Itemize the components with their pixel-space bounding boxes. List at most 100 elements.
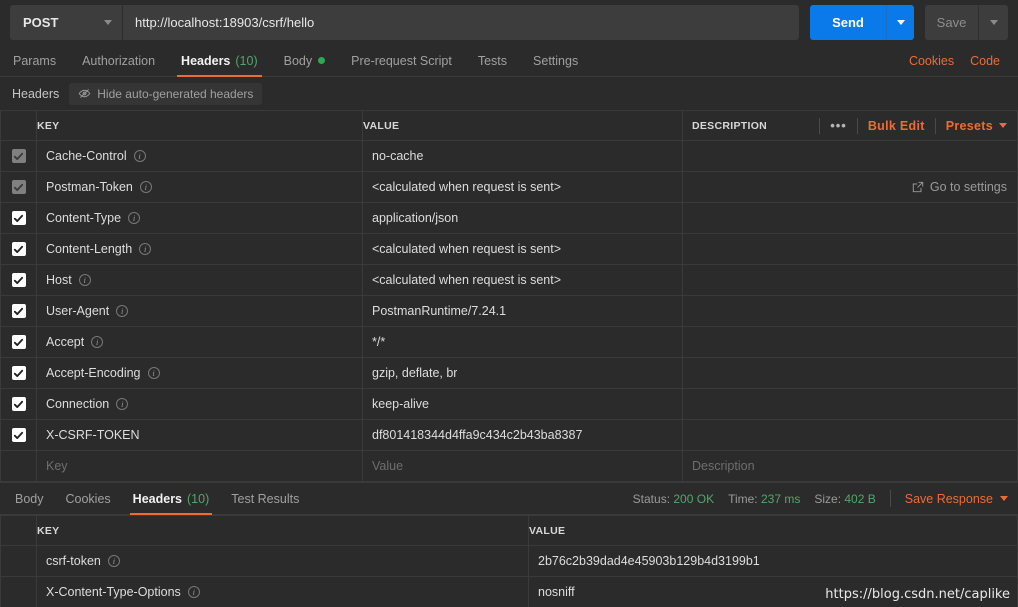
row-value-cell[interactable]: gzip, deflate, br	[363, 358, 683, 389]
info-icon[interactable]: i	[188, 586, 200, 598]
info-icon[interactable]: i	[148, 367, 160, 379]
new-row-key-cell[interactable]: Key	[37, 451, 363, 482]
row-value-cell[interactable]: */*	[363, 327, 683, 358]
send-options-button[interactable]	[886, 5, 914, 40]
row-enabled-checkbox[interactable]	[12, 149, 26, 163]
request-url-bar: POST http://localhost:18903/csrf/hello S…	[0, 0, 1018, 45]
row-enabled-checkbox[interactable]	[12, 211, 26, 225]
send-button[interactable]: Send	[810, 5, 886, 40]
row-description-cell[interactable]	[683, 234, 1018, 265]
info-icon[interactable]: i	[140, 181, 152, 193]
row-description-cell[interactable]: Go to settings	[683, 172, 1018, 203]
headers-section-title: Headers	[12, 87, 59, 101]
info-icon[interactable]: i	[134, 150, 146, 162]
info-icon[interactable]: i	[116, 398, 128, 410]
table-row: Hosti<calculated when request is sent>	[1, 265, 1018, 296]
info-icon[interactable]: i	[108, 555, 120, 567]
go-to-settings-link[interactable]: Go to settings	[683, 180, 1017, 194]
response-tab-headers[interactable]: Headers (10)	[122, 483, 221, 514]
row-key-cell[interactable]: Accepti	[37, 327, 363, 358]
info-icon[interactable]: i	[79, 274, 91, 286]
chevron-down-icon	[1000, 496, 1008, 501]
row-key-cell[interactable]: Accept-Encodingi	[37, 358, 363, 389]
row-value-cell[interactable]: <calculated when request is sent>	[363, 265, 683, 296]
save-response-button[interactable]: Save Response	[905, 492, 1008, 506]
row-enabled-checkbox[interactable]	[12, 397, 26, 411]
cookies-link[interactable]: Cookies	[901, 45, 962, 76]
row-value-cell[interactable]: <calculated when request is sent>	[363, 234, 683, 265]
save-options-button[interactable]	[978, 5, 1008, 40]
tab-bar-spacer	[591, 45, 901, 76]
tab-authorization[interactable]: Authorization	[69, 45, 168, 76]
presets-button[interactable]: Presets	[936, 119, 1017, 133]
new-row-description-cell[interactable]: Description	[683, 451, 1018, 482]
row-value-cell[interactable]: no-cache	[363, 141, 683, 172]
save-button[interactable]: Save	[925, 5, 978, 40]
tab-settings[interactable]: Settings	[520, 45, 591, 76]
tab-body[interactable]: Body	[271, 45, 339, 76]
row-checkbox-cell	[1, 172, 37, 203]
row-key-cell[interactable]: Content-Typei	[37, 203, 363, 234]
header-key: Connection	[46, 397, 109, 411]
hide-auto-generated-headers-button[interactable]: Hide auto-generated headers	[69, 83, 262, 105]
row-key-cell[interactable]: Postman-Tokeni	[37, 172, 363, 203]
tab-label: Tests	[478, 54, 507, 68]
row-key-cell[interactable]: Content-Lengthi	[37, 234, 363, 265]
code-link[interactable]: Code	[962, 45, 1008, 76]
row-value-cell[interactable]: application/json	[363, 203, 683, 234]
row-checkbox-cell	[1, 141, 37, 172]
row-key-cell[interactable]: X-CSRF-TOKEN	[37, 420, 363, 451]
column-header-key: KEY	[37, 516, 529, 546]
new-value-placeholder: Value	[372, 459, 403, 473]
row-description-cell[interactable]	[683, 141, 1018, 172]
row-enabled-checkbox[interactable]	[12, 180, 26, 194]
request-tab-bar: Params Authorization Headers (10) Body P…	[0, 45, 1018, 77]
header-value: application/json	[372, 211, 458, 225]
row-description-cell[interactable]	[683, 203, 1018, 234]
info-icon[interactable]: i	[91, 336, 103, 348]
ellipsis-icon[interactable]: •••	[820, 118, 857, 133]
row-key-cell[interactable]: Connection i	[37, 389, 363, 420]
info-icon[interactable]: i	[116, 305, 128, 317]
tab-tests[interactable]: Tests	[465, 45, 520, 76]
http-method-select[interactable]: POST	[10, 5, 123, 40]
go-to-settings-label: Go to settings	[930, 180, 1007, 194]
bulk-edit-button[interactable]: Bulk Edit	[858, 119, 935, 133]
row-value-cell[interactable]: keep-alive	[363, 389, 683, 420]
row-description-cell[interactable]	[683, 389, 1018, 420]
response-tab-test-results[interactable]: Test Results	[220, 483, 310, 514]
row-enabled-checkbox[interactable]	[12, 335, 26, 349]
row-key-cell[interactable]: Hosti	[37, 265, 363, 296]
status-badge[interactable]: Status: 200 OK	[633, 492, 714, 506]
row-enabled-checkbox[interactable]	[12, 304, 26, 318]
info-icon[interactable]: i	[139, 243, 151, 255]
row-description-cell[interactable]	[683, 296, 1018, 327]
tab-headers-count: (10)	[235, 54, 257, 68]
eye-slash-icon	[78, 87, 91, 100]
response-tab-body[interactable]: Body	[4, 483, 55, 514]
row-enabled-checkbox[interactable]	[12, 428, 26, 442]
row-value-cell[interactable]: <calculated when request is sent>	[363, 172, 683, 203]
row-description-cell[interactable]	[683, 327, 1018, 358]
row-enabled-checkbox[interactable]	[12, 366, 26, 380]
tab-label: Authorization	[82, 54, 155, 68]
response-tab-cookies[interactable]: Cookies	[55, 483, 122, 514]
row-enabled-checkbox[interactable]	[12, 242, 26, 256]
row-description-cell[interactable]	[683, 265, 1018, 296]
info-icon[interactable]: i	[128, 212, 140, 224]
table-row: Cache-Controlino-cache	[1, 141, 1018, 172]
row-description-cell[interactable]	[683, 420, 1018, 451]
row-key-cell[interactable]: Cache-Controli	[37, 141, 363, 172]
new-row-checkbox-cell	[1, 451, 37, 482]
row-key-cell[interactable]: User-Agenti	[37, 296, 363, 327]
request-url-input[interactable]: http://localhost:18903/csrf/hello	[123, 5, 799, 40]
new-row-value-cell[interactable]: Value	[363, 451, 683, 482]
row-value-cell[interactable]: PostmanRuntime/7.24.1	[363, 296, 683, 327]
tab-pre-request-script[interactable]: Pre-request Script	[338, 45, 465, 76]
row-value-cell[interactable]: df801418344d4ffa9c434c2b43ba8387	[363, 420, 683, 451]
tab-headers[interactable]: Headers (10)	[168, 45, 271, 76]
row-enabled-checkbox[interactable]	[12, 273, 26, 287]
tab-params[interactable]: Params	[0, 45, 69, 76]
row-description-cell[interactable]	[683, 358, 1018, 389]
table-row: Content-Lengthi<calculated when request …	[1, 234, 1018, 265]
